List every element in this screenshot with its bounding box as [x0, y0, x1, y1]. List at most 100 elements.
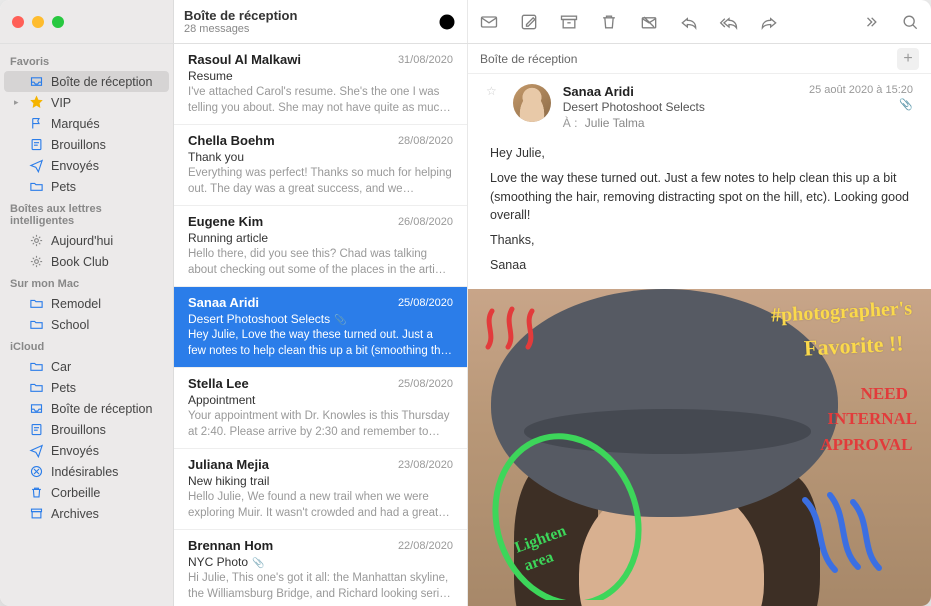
reader-greeting: Hey Julie,: [490, 144, 909, 163]
archive-icon[interactable]: [558, 11, 580, 33]
reader-from[interactable]: Sanaa Aridi: [563, 84, 797, 99]
filter-icon[interactable]: [437, 12, 457, 32]
sidebar-item[interactable]: ▸VIP: [4, 92, 169, 113]
message-row[interactable]: Brennan Hom22/08/2020NYC Photo📎Hi Julie,…: [174, 530, 467, 606]
message-from: Brennan Hom: [188, 538, 273, 553]
folder-icon: [29, 380, 44, 395]
reply-icon[interactable]: [678, 11, 700, 33]
sidebar-item[interactable]: Corbeille: [4, 482, 169, 503]
reader-to-label: À :: [563, 116, 578, 130]
message-row[interactable]: Juliana Mejia23/08/2020New hiking trailH…: [174, 449, 467, 530]
sidebar-item[interactable]: School: [4, 314, 169, 335]
sidebar-item-label: Book Club: [51, 255, 109, 269]
message-date: 31/08/2020: [398, 54, 453, 66]
annotation-need: NEED: [861, 384, 908, 404]
sidebar-section-header: Boîtes aux lettres intelligentes: [0, 197, 173, 230]
message-subject: Thank you: [188, 150, 453, 164]
folder-icon: [29, 296, 44, 311]
sidebar-item[interactable]: Aujourd'hui: [4, 230, 169, 251]
sidebar-item-label: Indésirables: [51, 465, 118, 479]
sidebar-item[interactable]: Pets: [4, 176, 169, 197]
message-from: Juliana Mejia: [188, 457, 269, 472]
blue-lines-annotation: [795, 490, 885, 600]
sidebar-item-label: Pets: [51, 180, 76, 194]
mailbox-title: Boîte de réception: [184, 8, 297, 23]
message-row[interactable]: Eugene Kim26/08/2020Running articleHello…: [174, 206, 467, 287]
search-icon[interactable]: [899, 11, 921, 33]
sidebar-item[interactable]: Boîte de réception: [4, 71, 169, 92]
sent-icon: [29, 158, 44, 173]
message-subject: Running article: [188, 231, 453, 245]
attachment-icon[interactable]: 📎: [809, 98, 913, 111]
zoom-button[interactable]: [52, 16, 64, 28]
green-circle-annotation: [487, 400, 667, 600]
annotation-approval: APPROVAL: [820, 435, 912, 455]
sender-avatar[interactable]: [513, 84, 551, 122]
sidebar-item[interactable]: Archives: [4, 503, 169, 524]
envelope-icon[interactable]: [478, 11, 500, 33]
sidebar-item-label: Brouillons: [51, 138, 106, 152]
compose-icon[interactable]: [518, 11, 540, 33]
sidebar-item-label: School: [51, 318, 89, 332]
sidebar-item[interactable]: Remodel: [4, 293, 169, 314]
message-preview: Your appointment with Dr. Knowles is thi…: [188, 409, 453, 440]
message-list[interactable]: Rasoul Al Malkawi31/08/2020ResumeI've at…: [174, 44, 468, 606]
star-icon: [29, 95, 44, 110]
sidebar-item[interactable]: Car: [4, 356, 169, 377]
minimize-button[interactable]: [32, 16, 44, 28]
reader-to-name[interactable]: Julie Talma: [585, 116, 645, 130]
sidebar-item[interactable]: Book Club: [4, 251, 169, 272]
flag-icon: [29, 116, 44, 131]
message-from: Stella Lee: [188, 376, 249, 391]
reader-date: 25 août 2020 à 15:20: [809, 84, 913, 96]
message-row[interactable]: Stella Lee 25/08/2020 Appointment Your appo…: [174, 368, 467, 449]
sidebar-section-header: iCloud: [0, 335, 173, 356]
toolbar: [468, 0, 931, 43]
sidebar-item-label: Corbeille: [51, 486, 100, 500]
window-controls: [12, 16, 64, 28]
sidebar-item[interactable]: Boîte de réception: [4, 398, 169, 419]
reader-attachment-image[interactable]: #photographer's Favorite !! NEED INTERNA…: [468, 289, 931, 606]
trash-icon[interactable]: [598, 11, 620, 33]
reader-breadcrumb: Boîte de réception: [480, 52, 577, 66]
message-row[interactable]: Rasoul Al Malkawi31/08/2020ResumeI've at…: [174, 44, 467, 125]
message-row[interactable]: Chella Boehm28/08/2020Thank youEverythin…: [174, 125, 467, 206]
message-date: 23/08/2020: [398, 459, 453, 471]
message-subject: Resume: [188, 69, 453, 83]
forward-icon[interactable]: [758, 11, 780, 33]
sidebar-item[interactable]: Pets: [4, 377, 169, 398]
more-icon[interactable]: [859, 11, 881, 33]
gear-icon: [29, 233, 44, 248]
sidebar-item[interactable]: Brouillons: [4, 134, 169, 155]
reader-signature: Sanaa: [490, 256, 909, 275]
sidebar-item[interactable]: Indésirables: [4, 461, 169, 482]
archive-icon: [29, 506, 44, 521]
reader-subject: Desert Photoshoot Selects: [563, 100, 797, 114]
message-row[interactable]: Sanaa Aridi25/08/2020Desert Photoshoot S…: [174, 287, 467, 368]
annotation-photographers: #photographer's: [771, 298, 913, 328]
sidebar-item[interactable]: Envoyés: [4, 440, 169, 461]
add-button[interactable]: +: [897, 48, 919, 70]
sidebar-section-header: Favoris: [0, 50, 173, 71]
sidebar-item[interactable]: Brouillons: [4, 419, 169, 440]
sidebar-item[interactable]: Envoyés: [4, 155, 169, 176]
message-date: 28/08/2020: [398, 135, 453, 147]
reader-text: Love the way these turned out. Just a fe…: [490, 169, 909, 225]
junk-icon[interactable]: [638, 11, 660, 33]
sidebar-item[interactable]: Marqués: [4, 113, 169, 134]
message-preview: Hey Julie, Love the way these turned out…: [188, 328, 453, 359]
message-preview: Hello Julie, We found a new trail when w…: [188, 490, 453, 521]
reader-bar: Boîte de réception +: [468, 44, 931, 74]
message-date: 25/08/2020: [398, 378, 453, 390]
close-button[interactable]: [12, 16, 24, 28]
reply-all-icon[interactable]: [718, 11, 740, 33]
titlebar-list-header: Boîte de réception 28 messages: [174, 0, 468, 43]
disclosure-triangle-icon[interactable]: ▸: [14, 97, 22, 108]
trash-icon: [29, 485, 44, 500]
annotation-favorite: Favorite !!: [803, 330, 904, 361]
reader-signoff: Thanks,: [490, 231, 909, 250]
message-subject: Appointment: [188, 393, 453, 407]
favorite-star-icon[interactable]: ☆: [486, 84, 497, 130]
sidebar: FavorisBoîte de réception▸VIPMarquésBrou…: [0, 44, 174, 606]
message-preview: Hi Julie, This one's got it all: the Man…: [188, 571, 453, 602]
